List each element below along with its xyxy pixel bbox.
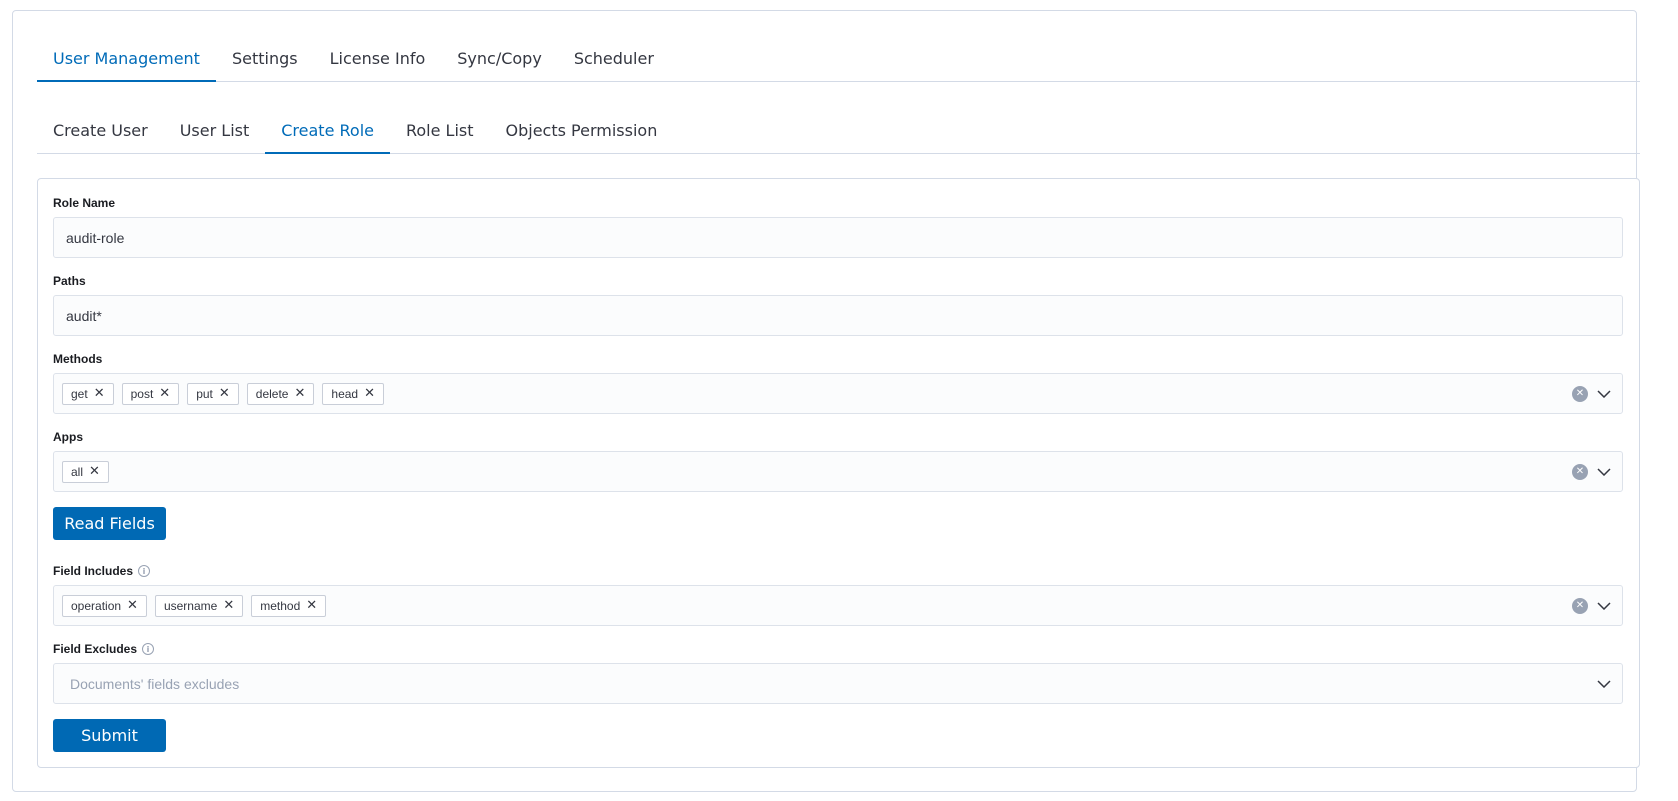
method-pill-delete: delete ✕ (246, 382, 315, 405)
field-pill-method: method ✕ (251, 594, 327, 617)
remove-cross-icon[interactable]: ✕ (223, 599, 234, 612)
field-includes-controls: ✕ (1572, 597, 1622, 614)
apps-label-text: Apps (53, 430, 83, 444)
methods-label-text: Methods (53, 352, 103, 366)
field-excludes-input-area: Documents' fields excludes (54, 676, 1596, 692)
clear-circle-icon[interactable]: ✕ (1572, 385, 1588, 402)
app-pill-all: all ✕ (62, 460, 109, 483)
pill-label: method (260, 598, 301, 613)
pill-label: post (130, 386, 154, 401)
method-pill-post: post ✕ (121, 382, 180, 405)
remove-cross-icon[interactable]: ✕ (94, 387, 105, 400)
pill-label: put (196, 386, 213, 401)
remove-cross-icon[interactable]: ✕ (159, 387, 170, 400)
chevron-down-icon[interactable] (1596, 386, 1612, 402)
remove-cross-icon[interactable]: ✕ (306, 599, 317, 612)
tab-role-list[interactable]: Role List (390, 108, 490, 153)
pill-label: delete (255, 386, 289, 401)
tab-create-role[interactable]: Create Role (265, 108, 390, 154)
field-excludes-placeholder: Documents' fields excludes (70, 675, 240, 692)
paths-label: Paths (53, 274, 86, 288)
remove-cross-icon[interactable]: ✕ (219, 387, 230, 400)
tab-user-management[interactable]: User Management (37, 36, 216, 82)
paths-value: audit* (66, 307, 102, 324)
field-excludes-combobox[interactable]: Documents' fields excludes (53, 663, 1623, 704)
apps-pills: all ✕ (54, 460, 1572, 483)
tab-settings[interactable]: Settings (216, 36, 314, 81)
remove-cross-icon[interactable]: ✕ (89, 465, 100, 478)
tab-user-list[interactable]: User List (164, 108, 266, 153)
field-includes-combobox[interactable]: operation ✕ username ✕ method ✕ ✕ (53, 585, 1623, 626)
field-excludes-label-text: Field Excludes (53, 642, 138, 656)
methods-controls: ✕ (1572, 385, 1622, 402)
role-name-field[interactable]: audit-role (53, 217, 1623, 258)
field-excludes-label: Field Excludes i (53, 642, 155, 656)
pill-label: all (71, 464, 84, 479)
pill-label: get (71, 386, 88, 401)
tab-sync-copy[interactable]: Sync/Copy (441, 36, 558, 81)
remove-cross-icon[interactable]: ✕ (127, 599, 138, 612)
paths-label-text: Paths (53, 274, 86, 288)
paths-field[interactable]: audit* (53, 295, 1623, 336)
clear-circle-icon[interactable]: ✕ (1572, 463, 1588, 480)
submit-button[interactable]: Submit (53, 719, 166, 752)
tab-scheduler[interactable]: Scheduler (558, 36, 670, 81)
remove-cross-icon[interactable]: ✕ (364, 387, 375, 400)
method-pill-head: head ✕ (322, 382, 384, 405)
apps-combobox[interactable]: all ✕ ✕ (53, 451, 1623, 492)
pill-label: username (163, 598, 218, 613)
field-pill-username: username ✕ (154, 594, 244, 617)
clear-circle-icon[interactable]: ✕ (1572, 597, 1588, 614)
apps-label: Apps (53, 430, 83, 444)
methods-label: Methods (53, 352, 102, 366)
role-name-label: Role Name (53, 196, 115, 210)
chevron-down-icon[interactable] (1596, 676, 1612, 692)
field-includes-label-text: Field Includes (53, 564, 134, 578)
field-includes-label: Field Includes i (53, 564, 151, 578)
method-pill-get: get ✕ (62, 382, 114, 405)
sub-tabs: Create User User List Create Role Role L… (37, 108, 1640, 154)
chevron-down-icon[interactable] (1596, 598, 1612, 614)
pill-label: head (331, 386, 359, 401)
methods-pills: get ✕ post ✕ put ✕ delete ✕ head ✕ (54, 382, 1572, 405)
role-name-label-text: Role Name (53, 196, 116, 210)
tab-create-user[interactable]: Create User (37, 108, 164, 153)
field-includes-pills: operation ✕ username ✕ method ✕ (54, 594, 1572, 617)
tab-license-info[interactable]: License Info (314, 36, 442, 81)
apps-controls: ✕ (1572, 463, 1622, 480)
method-pill-put: put ✕ (187, 382, 239, 405)
remove-cross-icon[interactable]: ✕ (294, 387, 305, 400)
info-icon[interactable]: i (138, 565, 151, 577)
role-name-value: audit-role (66, 229, 125, 246)
pill-label: operation (71, 598, 122, 613)
read-fields-button[interactable]: Read Fields (53, 507, 166, 540)
methods-combobox[interactable]: get ✕ post ✕ put ✕ delete ✕ head ✕ ✕ (53, 373, 1623, 414)
field-excludes-controls (1596, 676, 1622, 692)
main-tabs: User Management Settings License Info Sy… (37, 36, 1640, 82)
field-pill-operation: operation ✕ (62, 594, 147, 617)
tab-objects-permission[interactable]: Objects Permission (490, 108, 674, 153)
chevron-down-icon[interactable] (1596, 464, 1612, 480)
info-icon[interactable]: i (142, 643, 155, 655)
